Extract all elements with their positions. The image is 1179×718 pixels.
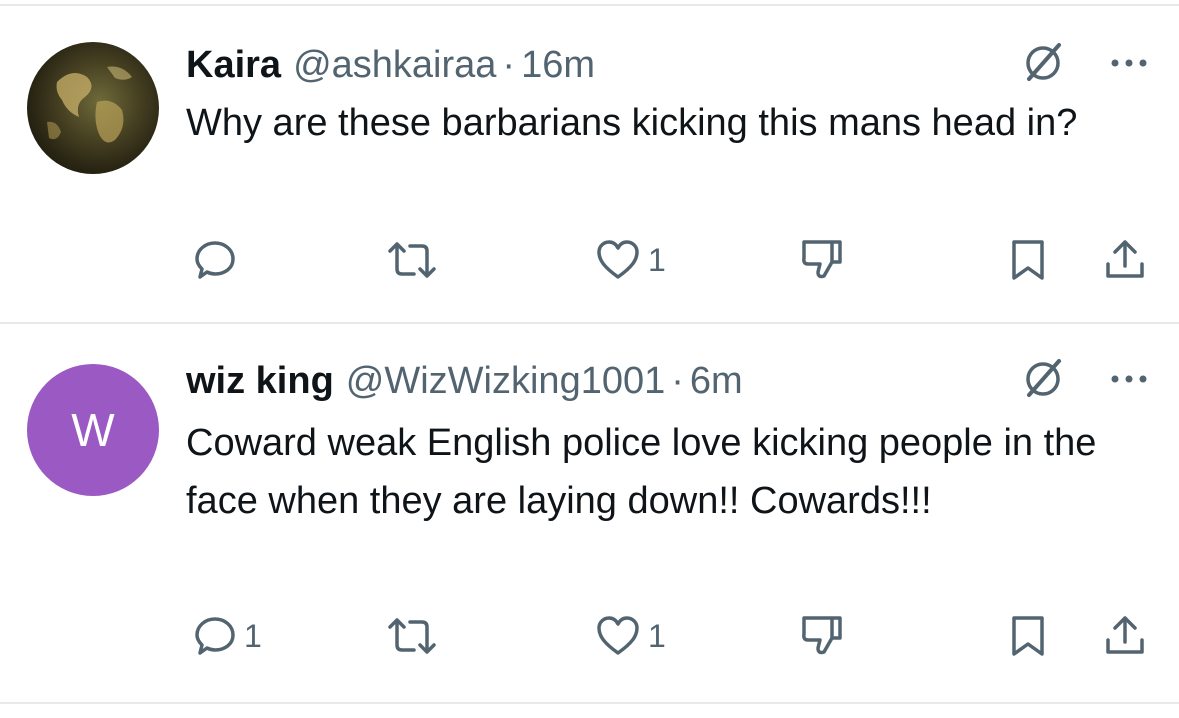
separator-dot: · <box>502 43 516 86</box>
heart-icon <box>594 237 642 283</box>
grok-icon[interactable] <box>1019 39 1067 92</box>
share-button[interactable] <box>1102 606 1148 666</box>
share-button[interactable] <box>1102 230 1148 290</box>
more-icon[interactable] <box>1109 372 1149 390</box>
header-icons <box>1019 356 1149 406</box>
tweet-header: wiz king @WizWizking1001 · 6m <box>186 356 743 406</box>
user-handle[interactable]: @WizWizking1001 <box>346 360 665 403</box>
bookmark-button[interactable] <box>1008 606 1048 666</box>
like-button[interactable]: 1 <box>594 606 666 666</box>
like-button[interactable]: 1 <box>594 230 666 290</box>
retweet-icon <box>384 237 440 283</box>
bookmark-icon <box>1008 612 1048 660</box>
thumbs-down-icon <box>798 236 848 284</box>
like-count: 1 <box>648 241 666 278</box>
display-name[interactable]: Kaira <box>186 44 281 87</box>
reply-button[interactable]: 1 <box>192 606 262 666</box>
dislike-button[interactable] <box>798 606 848 666</box>
retweet-icon <box>384 613 440 659</box>
avatar[interactable] <box>27 42 159 174</box>
dislike-button[interactable] <box>798 230 848 290</box>
share-icon <box>1102 236 1148 284</box>
reply-icon <box>192 613 238 659</box>
timestamp[interactable]: 6m <box>690 360 743 403</box>
separator-dot: · <box>671 359 684 402</box>
action-bar: 1 <box>186 230 1156 290</box>
tweet-text: Why are these barbarians kicking this ma… <box>186 102 1078 144</box>
display-name[interactable]: wiz king <box>186 360 334 403</box>
tweet-header: Kaira @ashkairaa · 16m <box>186 40 595 90</box>
heart-icon <box>594 613 642 659</box>
like-count: 1 <box>648 617 666 654</box>
top-divider <box>0 4 1179 6</box>
header-icons <box>1019 40 1149 90</box>
retweet-button[interactable] <box>384 230 440 290</box>
retweet-button[interactable] <box>384 606 440 666</box>
tweet-divider <box>0 322 1179 324</box>
avatar[interactable]: W <box>27 364 159 496</box>
more-icon[interactable] <box>1109 56 1149 74</box>
bookmark-icon <box>1008 236 1048 284</box>
share-icon <box>1102 612 1148 660</box>
bookmark-button[interactable] <box>1008 230 1048 290</box>
bottom-divider <box>0 702 1179 704</box>
action-bar: 1 1 <box>186 606 1156 666</box>
tweet-text: Coward weak English police love kicking … <box>186 422 1097 522</box>
timestamp[interactable]: 16m <box>521 44 595 87</box>
thumbs-down-icon <box>798 612 848 660</box>
reply-icon <box>192 237 238 283</box>
globe-avatar-image <box>47 66 132 143</box>
reply-button[interactable] <box>192 230 244 290</box>
reply-count: 1 <box>244 617 262 654</box>
user-handle[interactable]: @ashkairaa <box>293 44 496 87</box>
grok-icon[interactable] <box>1019 355 1067 408</box>
